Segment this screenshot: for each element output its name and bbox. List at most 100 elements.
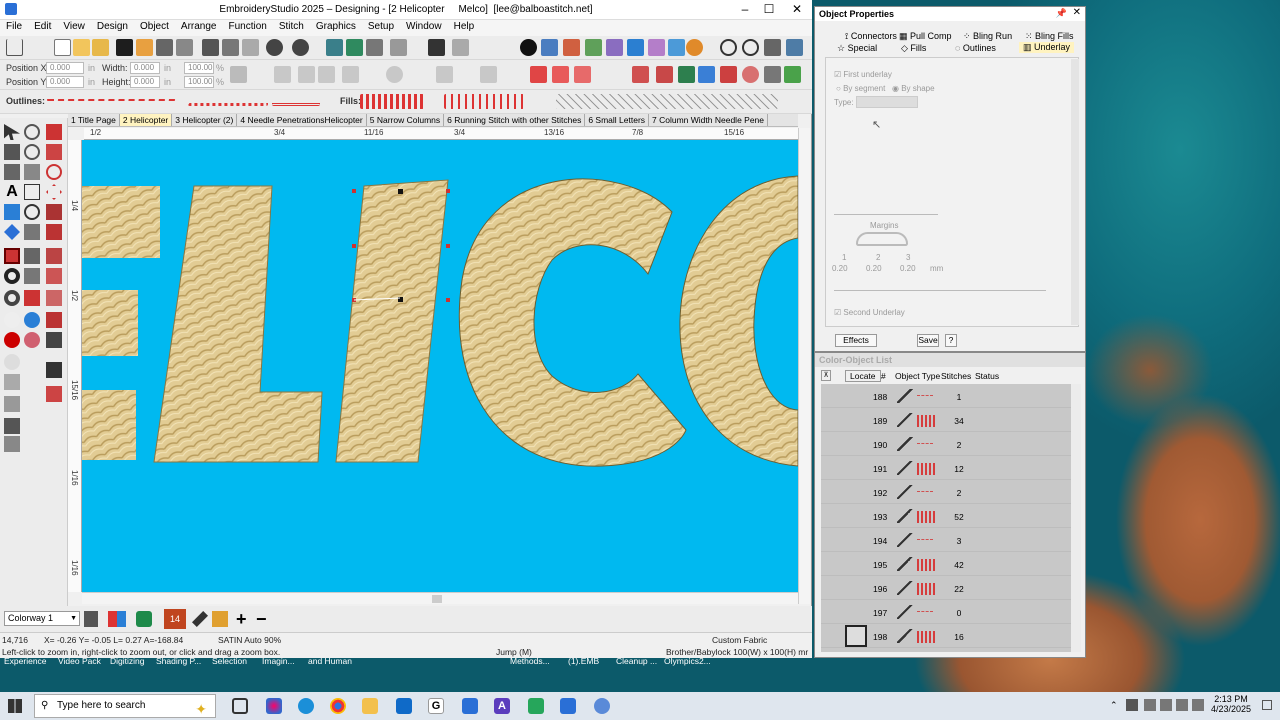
list-item[interactable]: 189 34 [821, 408, 1073, 432]
tab-fills[interactable]: ◇ Fills [901, 43, 926, 54]
threads-icon[interactable] [606, 39, 623, 56]
show-stitches-icon[interactable] [428, 39, 445, 56]
menu-edit[interactable]: Edit [28, 20, 57, 33]
menu-setup[interactable]: Setup [362, 20, 400, 33]
circle-outline-icon[interactable] [4, 312, 20, 328]
sequin-tool-icon[interactable] [46, 332, 62, 348]
complex-fill-icon[interactable] [46, 248, 62, 264]
stitch-player-icon[interactable] [346, 39, 363, 56]
zoom-icon[interactable] [720, 39, 737, 56]
shortcut-label[interactable]: Digitizing [110, 656, 145, 666]
maximize-button[interactable]: ☐ [758, 2, 780, 16]
margin-2-field[interactable]: 0.20 [866, 264, 882, 273]
colorway-select[interactable]: Colorway 1 ▼ [4, 611, 80, 626]
tab-narrow-columns[interactable]: 5 Narrow Columns [367, 114, 445, 126]
menu-design[interactable]: Design [91, 20, 134, 33]
list-item[interactable]: 188 1 [821, 384, 1073, 408]
slow-redraw-icon[interactable] [390, 39, 407, 56]
shortcut-label[interactable]: Video Pack [58, 656, 101, 666]
auto-digitize-icon[interactable] [24, 312, 40, 328]
diamond-tool-icon[interactable] [46, 184, 62, 200]
copy-icon[interactable] [222, 39, 239, 56]
column-b-icon[interactable] [46, 224, 62, 240]
horizontal-scrollbar[interactable] [82, 592, 798, 604]
pen-tool-icon[interactable] [4, 374, 20, 390]
fill-tatami-types[interactable] [444, 94, 524, 109]
helicopter-lettering[interactable] [82, 140, 798, 592]
position-y-field[interactable]: 0.000 [46, 76, 84, 88]
flip-icon[interactable] [480, 66, 497, 83]
trim-tool-icon[interactable] [46, 362, 62, 378]
tab-bling-fills[interactable]: ⁙ Bling Fills [1025, 31, 1074, 42]
remove-color-icon[interactable]: − [256, 609, 267, 630]
design-canvas[interactable] [82, 140, 798, 592]
first-underlay-checkbox[interactable]: ☑ First underlay [834, 70, 892, 79]
current-color-swatch[interactable]: 14 [164, 609, 186, 629]
scroll-thumb[interactable] [432, 595, 442, 603]
open-folder-icon[interactable] [73, 39, 90, 56]
minimize-button[interactable]: – [734, 2, 756, 16]
letter-e-bottom[interactable] [82, 390, 136, 460]
vertical-scrollbar[interactable] [798, 128, 810, 604]
save-button[interactable]: Save [917, 334, 939, 347]
info-icon[interactable] [520, 39, 537, 56]
list-item[interactable]: 190 2 [821, 432, 1073, 456]
stitch-edit-icon[interactable] [46, 144, 62, 160]
microphone-icon[interactable] [1144, 699, 1156, 711]
monogram-tool-icon[interactable] [4, 204, 20, 220]
travel-icon[interactable] [326, 39, 343, 56]
second-underlay-checkbox[interactable]: ☑ Second Underlay [834, 308, 905, 317]
color-palette-icon[interactable] [563, 39, 580, 56]
satin-tool-icon[interactable] [46, 312, 62, 328]
shape-tool-icon[interactable] [4, 224, 20, 240]
camtasia-icon[interactable] [528, 698, 544, 714]
eye-tool-icon[interactable] [4, 268, 20, 284]
color-palette-editor-icon[interactable] [108, 611, 126, 627]
open-recent-icon[interactable] [92, 39, 109, 56]
column-a-icon[interactable] [46, 204, 62, 220]
by-shape-radio[interactable]: ◉ By shape [892, 84, 935, 93]
width-field[interactable]: 0.000 [130, 62, 160, 74]
tab-underlay[interactable]: ▥ Underlay [1019, 42, 1075, 53]
scale-height-field[interactable]: 100.00 [184, 76, 214, 88]
shortcut-label[interactable]: (1).EMB [568, 656, 599, 666]
design-library-icon[interactable] [541, 39, 558, 56]
pin-icon[interactable]: 📌 [1056, 8, 1067, 19]
lock-proportions-icon[interactable] [230, 66, 247, 83]
outline-special-types[interactable] [272, 96, 320, 106]
letter-e-top[interactable] [82, 186, 160, 258]
motif-icon[interactable] [46, 268, 62, 284]
close-panel-icon[interactable]: ✕ [1073, 7, 1081, 18]
picture-icon[interactable] [678, 66, 695, 83]
stitch-remove-icon[interactable] [4, 436, 20, 452]
letter-c[interactable] [458, 178, 687, 467]
volume-icon[interactable] [1176, 699, 1188, 711]
notifications-icon[interactable] [1262, 700, 1272, 710]
run-tool-icon[interactable] [24, 248, 40, 264]
tab-special[interactable]: ☆ Special [837, 43, 877, 54]
ellipse-tool-icon[interactable] [46, 164, 62, 180]
menu-graphics[interactable]: Graphics [310, 20, 362, 33]
position-x-field[interactable]: 0.000 [46, 62, 84, 74]
text-tool-icon[interactable]: A [4, 184, 20, 200]
skew-icon[interactable] [342, 66, 359, 83]
network-icon[interactable] [1160, 699, 1172, 711]
zoom-1to1-icon[interactable] [742, 39, 759, 56]
bead-tool-icon[interactable] [4, 290, 20, 306]
shortcut-label[interactable]: Methods... [510, 656, 550, 666]
export-icon[interactable] [136, 39, 153, 56]
letter-i[interactable] [335, 179, 449, 463]
home-icon[interactable] [6, 39, 23, 56]
zoom-tool-icon[interactable] [4, 164, 20, 180]
clipart-icon[interactable] [784, 66, 801, 83]
list-item[interactable]: 191 12 [821, 456, 1073, 480]
shortcut-label[interactable]: Cleanup ... [616, 656, 657, 666]
tray-chevron-icon[interactable]: ⌃ [1110, 700, 1118, 711]
circle-tool-icon[interactable] [24, 204, 40, 220]
settings-app-icon[interactable] [594, 698, 610, 714]
outline-stitch-types[interactable] [46, 99, 176, 103]
fill-gap-icon[interactable] [4, 396, 20, 412]
letter-o[interactable] [679, 175, 798, 467]
add-color-icon[interactable]: + [236, 609, 247, 630]
tab-helicopter-2[interactable]: 3 Helicopter (2) [172, 114, 238, 126]
